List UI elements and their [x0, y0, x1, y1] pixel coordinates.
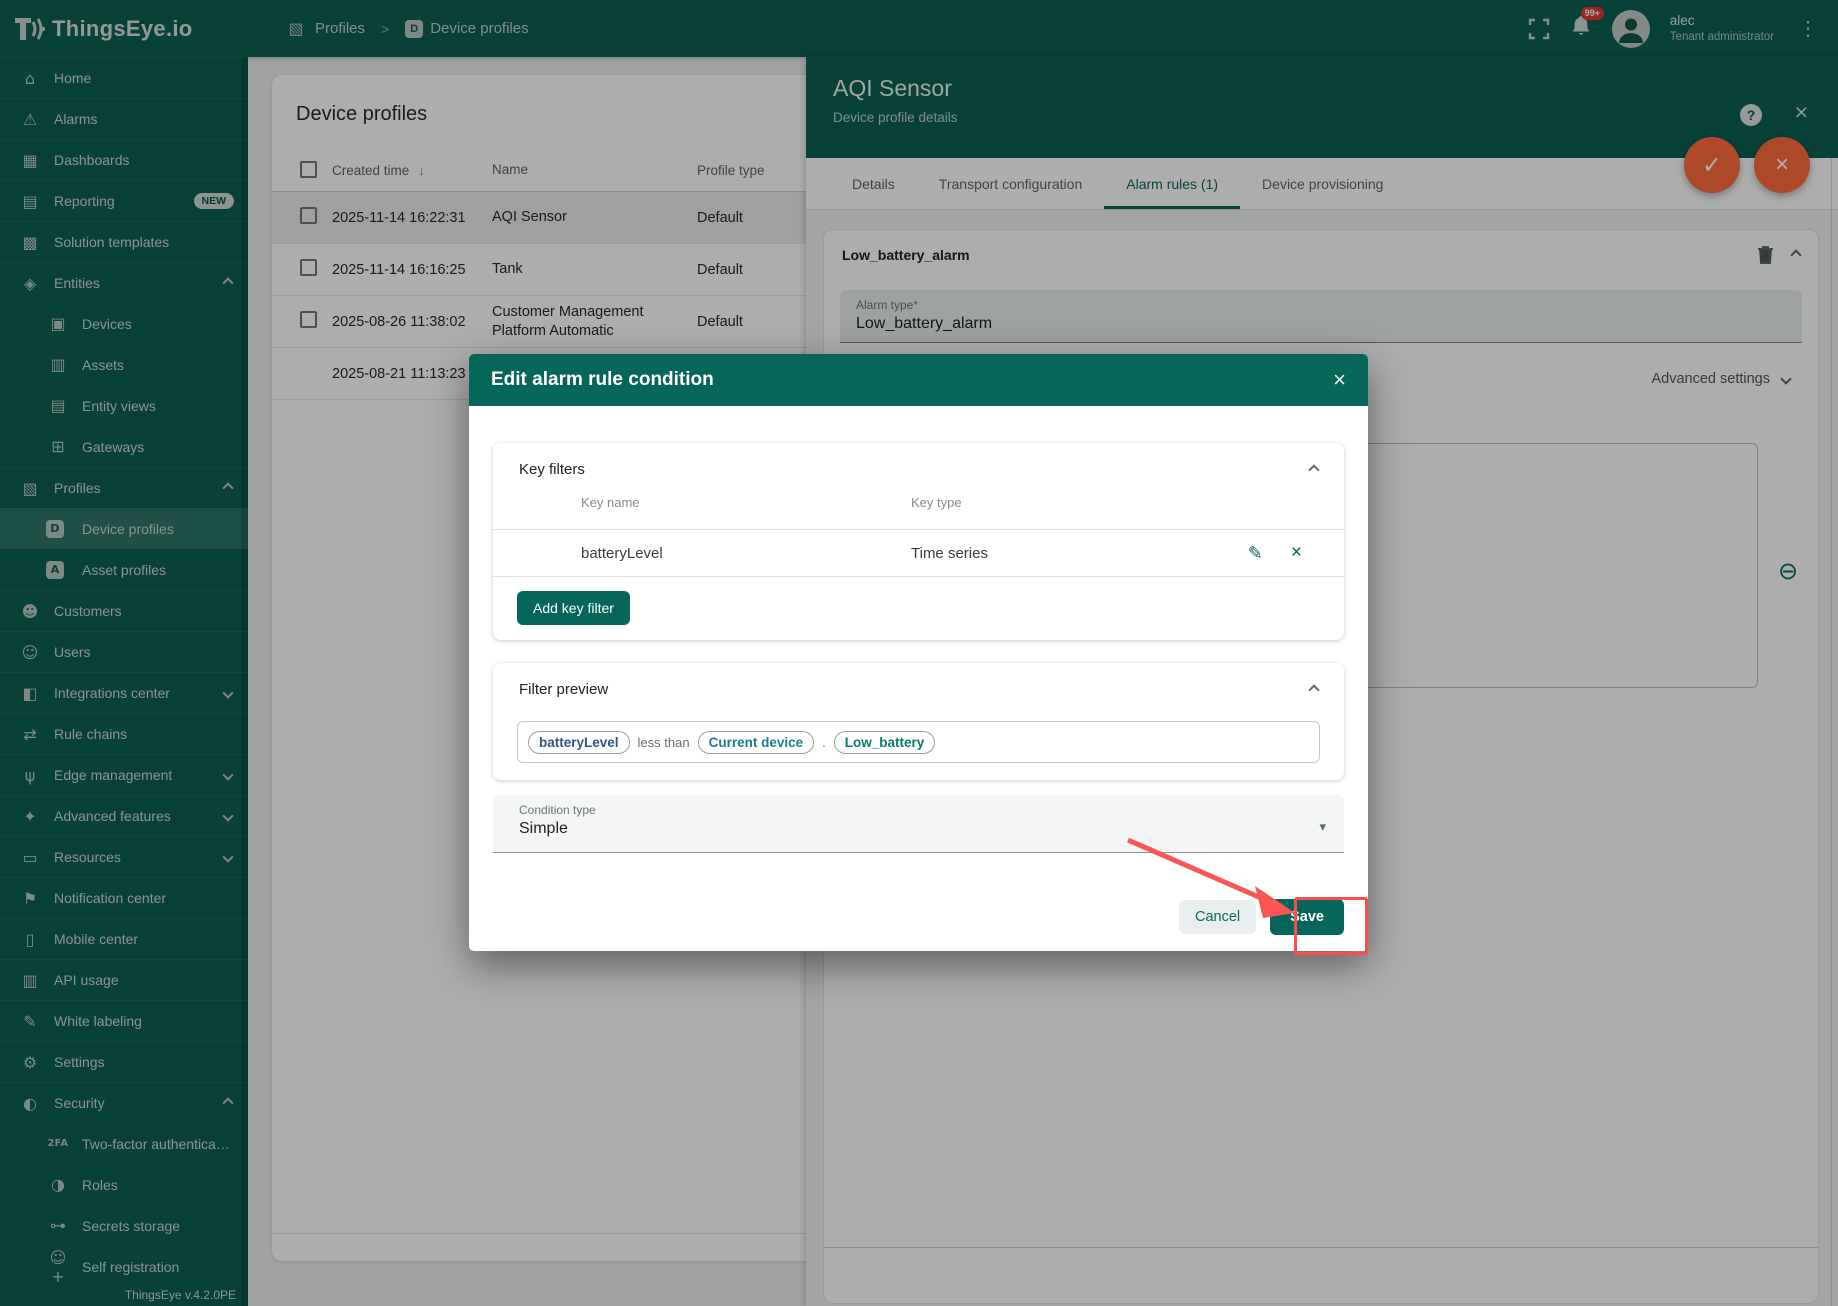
key-filters-heading: Key filters [519, 461, 585, 478]
modal-close-icon[interactable]: × [1333, 369, 1346, 391]
condition-type-select[interactable]: Condition type Simple ▾ [493, 795, 1344, 853]
filter-preview-section: Filter preview batteryLevel less than Cu… [493, 663, 1344, 780]
collapse-filter-preview-icon[interactable] [1308, 684, 1319, 695]
delete-key-filter-icon[interactable]: × [1291, 542, 1302, 564]
annotation-highlight-rect [1294, 897, 1368, 955]
collapse-key-filters-icon[interactable] [1308, 464, 1319, 475]
edit-alarm-rule-condition-dialog: Edit alarm rule condition × Key filters … [469, 354, 1368, 951]
filter-preview-box: batteryLevel less than Current device . … [517, 721, 1320, 763]
key-filter-name: batteryLevel [581, 545, 911, 562]
modal-header: Edit alarm rule condition × [469, 354, 1368, 406]
col-key-name: Key name [581, 495, 911, 510]
key-chip: batteryLevel [528, 731, 630, 754]
key-filters-table-header: Key name Key type [493, 495, 1344, 510]
key-filter-row: batteryLevel Time series ✎ × [493, 529, 1344, 577]
app-root: ThingsEye.io ▧ Profiles > D Device profi… [0, 0, 1838, 1306]
key-filter-type: Time series [911, 545, 1151, 562]
edit-key-filter-icon[interactable]: ✎ [1248, 543, 1263, 564]
cancel-button[interactable]: Cancel [1179, 900, 1256, 934]
filter-preview-heading: Filter preview [519, 681, 608, 698]
operator-text: less than [638, 735, 690, 750]
dropdown-arrow-icon: ▾ [1319, 819, 1326, 835]
modal-title: Edit alarm rule condition [491, 369, 714, 391]
condition-type-label: Condition type [519, 803, 1326, 817]
entity-chip: Current device [698, 731, 815, 754]
value-chip: Low_battery [834, 731, 936, 754]
col-key-type: Key type [911, 495, 1151, 510]
add-key-filter-button[interactable]: Add key filter [517, 591, 630, 625]
condition-type-value: Simple [519, 820, 1326, 838]
key-filters-section: Key filters Key name Key type batteryLev… [493, 443, 1344, 640]
